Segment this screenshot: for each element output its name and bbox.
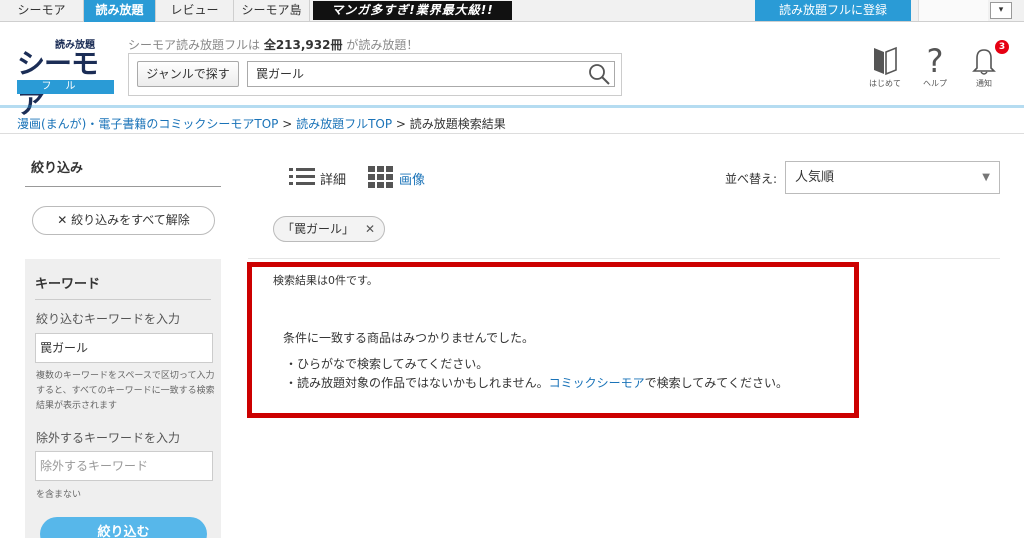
- include-keyword-help: 複数のキーワードをスペースで区切って入力すると、すべてのキーワードに一致する検索…: [36, 371, 215, 411]
- breadcrumb-separator: >: [392, 117, 410, 131]
- filter-title: 絞り込み: [31, 161, 84, 176]
- top-nav: シーモア 読み放題 レビュー シーモア島 マンガ多すぎ!業界最大級!! 読み放題…: [0, 0, 1024, 22]
- genre-search-button[interactable]: ジャンルで探す: [137, 61, 239, 87]
- breadcrumb-current: 読み放題検索結果: [409, 117, 506, 131]
- logo-sub-text: フル: [17, 80, 114, 94]
- tagline: シーモア読み放題フルは 全213,932冊 が読み放題！: [128, 36, 418, 53]
- breadcrumb-top-link[interactable]: 漫画(まんが)・電子書籍のコミックシーモアTOP: [17, 117, 278, 131]
- results-divider: [248, 258, 1000, 259]
- include-keyword-label: 絞り込むキーワードを入力: [36, 312, 181, 326]
- help-label: ヘルプ: [923, 79, 947, 88]
- close-icon[interactable]: ✕: [365, 217, 375, 241]
- view-image-label: 画像: [399, 173, 426, 188]
- highlight-frame: [247, 262, 859, 418]
- breadcrumb-yomihoudai-link[interactable]: 読み放題フルTOP: [296, 117, 392, 131]
- register-button[interactable]: 読み放題フルに登録: [755, 0, 911, 21]
- book-icon: [874, 46, 897, 76]
- breadcrumb: 漫画(まんが)・電子書籍のコミックシーモアTOP > 読み放題フルTOP > 読…: [17, 115, 506, 132]
- promo-banner[interactable]: マンガ多すぎ!業界最大級!!: [313, 1, 512, 20]
- breadcrumb-separator: >: [278, 117, 297, 131]
- filter-title-divider: [25, 186, 221, 187]
- tab-review[interactable]: レビュー: [156, 0, 234, 22]
- account-area: [918, 0, 988, 21]
- sort-value: 人気順: [795, 170, 835, 185]
- notification-label: 通知: [976, 79, 992, 88]
- search-input[interactable]: 罠ガール: [247, 61, 615, 87]
- svg-text:?: ?: [927, 44, 944, 76]
- exclude-keyword-note: を含まない: [36, 490, 82, 500]
- tagline-post: が読み放題！: [342, 38, 419, 52]
- tab-seymour-island[interactable]: シーモア島: [234, 0, 310, 22]
- keyword-title: キーワード: [35, 277, 101, 292]
- beginner-label: はじめて: [869, 79, 901, 88]
- chevron-down-icon: ▼: [982, 172, 990, 183]
- list-icon: [289, 168, 315, 185]
- sort-select[interactable]: 人気順 ▼: [785, 161, 1000, 194]
- clear-filters-button[interactable]: ✕ 絞り込みをすべて解除: [32, 206, 215, 235]
- notification-badge: 3: [995, 40, 1009, 54]
- breadcrumb-divider: [0, 133, 1024, 134]
- question-icon: ?: [927, 44, 944, 76]
- tagline-count: 全213,932冊: [263, 38, 343, 52]
- header-divider: [0, 105, 1024, 108]
- view-detail-label: 詳細: [320, 173, 347, 188]
- tab-yomihoudai[interactable]: 読み放題: [84, 0, 156, 22]
- tab-seymour[interactable]: シーモア: [0, 0, 84, 22]
- sort-label: 並べ替え:: [725, 172, 778, 186]
- include-keyword-input[interactable]: 罠ガール: [35, 333, 213, 363]
- exclude-keyword-input[interactable]: 除外するキーワード: [35, 451, 213, 481]
- apply-filter-button[interactable]: 絞り込む: [40, 517, 207, 538]
- chip-label: 「罠ガール」: [282, 222, 355, 236]
- keyword-divider: [35, 299, 211, 300]
- beginner-guide-link[interactable]: はじめて: [860, 44, 910, 89]
- grid-icon: [368, 166, 393, 188]
- active-filter-chip[interactable]: 「罠ガール」 ✕: [273, 216, 385, 242]
- site-logo[interactable]: 読み放題 シーモア フル: [17, 36, 114, 120]
- search-icon[interactable]: [586, 63, 612, 85]
- help-link[interactable]: ? ヘルプ: [910, 44, 960, 89]
- tagline-pre: シーモア読み放題フルは: [128, 38, 264, 52]
- exclude-keyword-label: 除外するキーワードを入力: [36, 431, 181, 445]
- menu-dropdown[interactable]: ▾: [990, 2, 1012, 19]
